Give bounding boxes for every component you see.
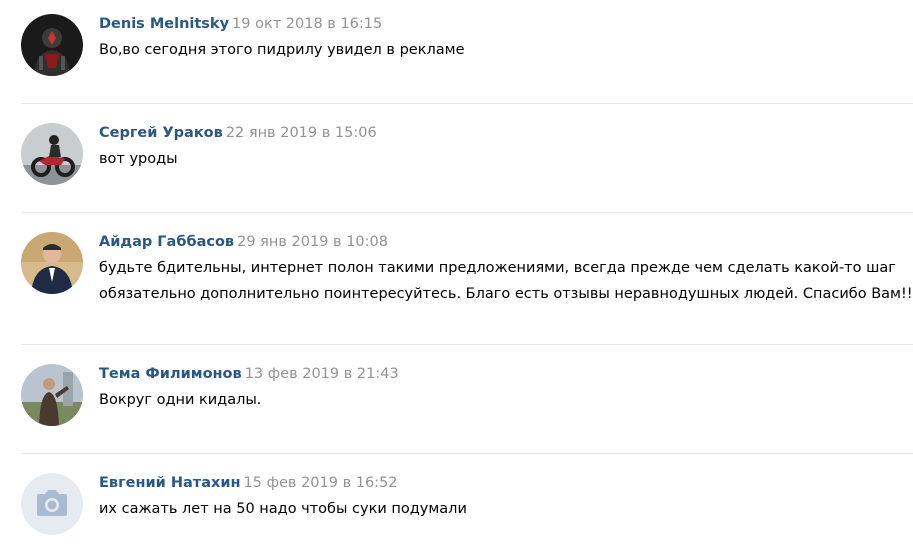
comment-date[interactable]: 29 янв 2019 в 10:08	[237, 234, 388, 250]
avatar[interactable]	[21, 473, 83, 535]
comment-date[interactable]: 19 окт 2018 в 16:15	[232, 16, 382, 32]
man-outdoors-photo	[21, 364, 83, 426]
author-name[interactable]: Тема Филимонов	[99, 366, 242, 382]
comment-date[interactable]: 13 фев 2019 в 21:43	[245, 366, 399, 382]
comment-header: Denis Melnitsky 19 окт 2018 в 16:15	[99, 15, 382, 33]
comment-text-line: вот уроды	[99, 151, 178, 167]
avatar[interactable]	[21, 232, 83, 294]
author-name[interactable]: Сергей Ураков	[99, 125, 223, 141]
comment-header: Тема Филимонов 13 фев 2019 в 21:43	[99, 365, 399, 383]
comment-text-line: их сажать лет на 50 надо чтобы суки поду…	[99, 501, 467, 517]
comment-text-line: Во,во сегодня этого пидрилу увидел в рек…	[99, 42, 465, 58]
man-in-suit-photo	[21, 232, 83, 294]
comment-text: Вокруг одни кидалы.	[99, 387, 911, 413]
comment-text: будьте бдительны, интернет полон такими …	[99, 255, 913, 307]
comment-text-line: обязательно дополнительно поинтересуйтес…	[99, 286, 913, 302]
avatar[interactable]	[21, 364, 83, 426]
comment-text: их сажать лет на 50 надо чтобы суки поду…	[99, 496, 911, 522]
motorcycle-rider-photo	[21, 123, 83, 185]
author-name[interactable]: Denis Melnitsky	[99, 16, 229, 32]
comment-text: вот уроды	[99, 146, 911, 172]
divider	[21, 344, 913, 345]
divider	[21, 453, 913, 454]
comment-header: Евгений Натахин 15 фев 2019 в 16:52	[99, 474, 398, 492]
divider	[21, 103, 913, 104]
author-name[interactable]: Евгений Натахин	[99, 475, 241, 491]
avatar[interactable]	[21, 14, 83, 76]
comment-header: Айдар Габбасов 29 янв 2019 в 10:08	[99, 233, 388, 251]
camera-placeholder-icon	[21, 473, 83, 535]
comment-header: Сергей Ураков 22 янв 2019 в 15:06	[99, 124, 377, 142]
avatar[interactable]	[21, 123, 83, 185]
comment-text-line: будьте бдительны, интернет полон такими …	[99, 260, 896, 276]
comment-date[interactable]: 15 фев 2019 в 16:52	[244, 475, 398, 491]
comment-text: Во,во сегодня этого пидрилу увидел в рек…	[99, 37, 911, 63]
armored-figure-photo	[21, 14, 83, 76]
comment-date[interactable]: 22 янв 2019 в 15:06	[226, 125, 377, 141]
comment-text-line: Вокруг одни кидалы.	[99, 392, 262, 408]
author-name[interactable]: Айдар Габбасов	[99, 234, 234, 250]
divider	[21, 212, 913, 213]
